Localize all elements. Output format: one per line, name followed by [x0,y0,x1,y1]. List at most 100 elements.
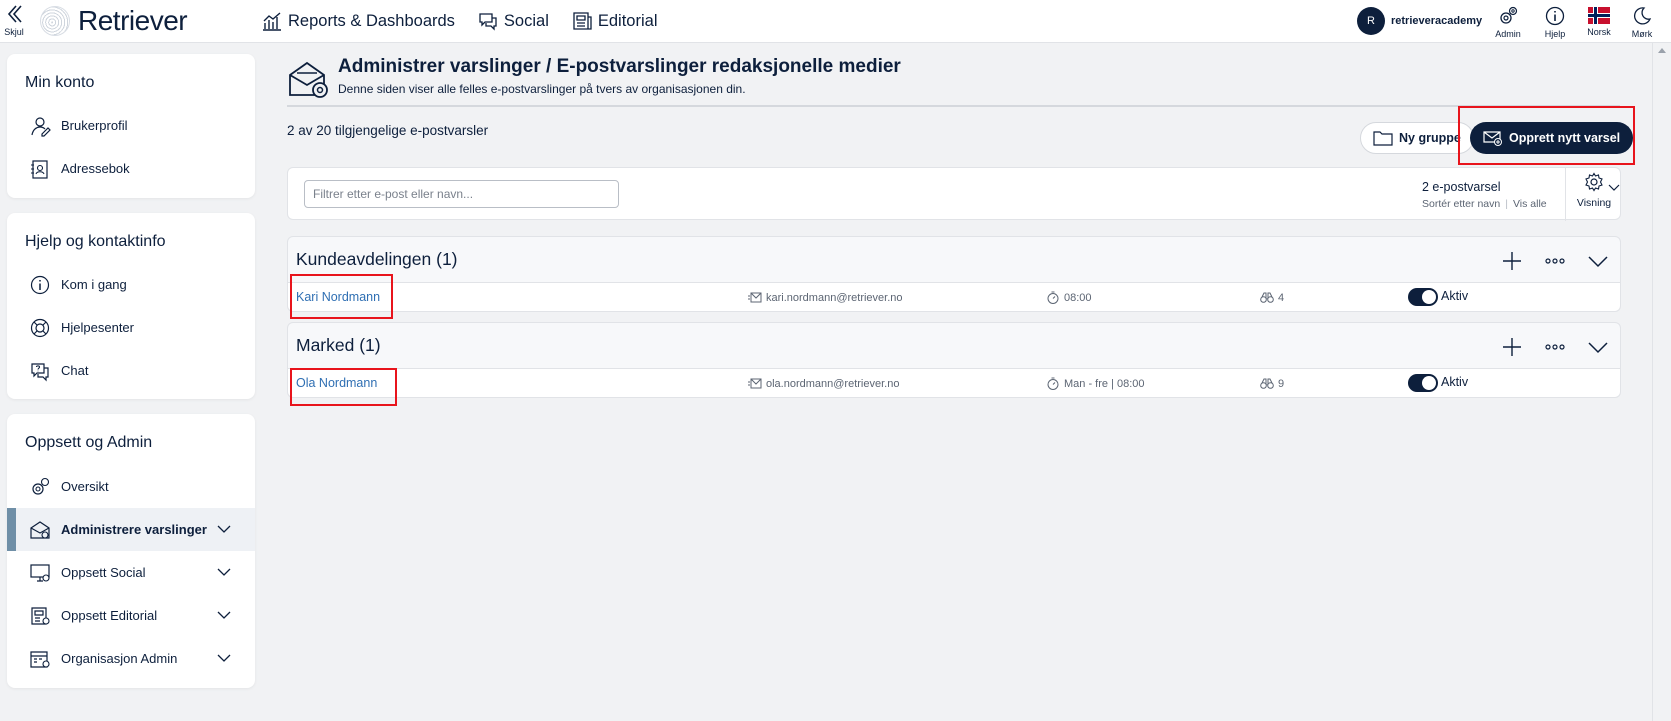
language-label: Norsk [1587,27,1611,37]
alert-schedule-text: Man - fre | 08:00 [1064,377,1145,390]
logo-text: Retriever [78,5,188,36]
status-label: Aktiv [1441,375,1469,389]
mail-gear-icon [30,520,50,539]
more-options-icon[interactable] [1543,249,1567,273]
alert-email: ola.nordmann@retriever.no [748,377,899,390]
chevron-left-icon [2,4,26,27]
sidebar-item-label: Kom i gang [61,277,127,292]
alert-email: kari.nordmann@retriever.no [748,291,903,304]
logo-mark-icon [40,6,70,36]
sidebar-item-setup-editorial[interactable]: Oppsett Editorial [7,594,255,637]
create-alert-button[interactable]: Opprett nytt varsel [1470,122,1634,154]
status-label: Aktiv [1441,289,1469,303]
table-row[interactable]: Kari Nordmann kari.nordmann@retriever.no… [288,282,1620,311]
user-menu[interactable]: R retrieveracademy [1357,7,1482,35]
page-scrollbar[interactable] [1652,43,1671,721]
page-subtitle: Denne siden viser alle felles e-postvars… [338,82,746,96]
active-toggle[interactable] [1408,288,1438,306]
hide-sidebar-button[interactable]: Skjul [2,4,26,37]
sidebar-item-label: Oppsett Editorial [61,608,158,623]
sidebar-item-chat[interactable]: Chat [7,349,255,392]
show-all-link[interactable]: Vis alle [1513,198,1547,210]
sidebar-item-label: Brukerprofil [61,118,128,133]
section-title-help: Hjelp og kontaktinfo [25,233,166,250]
nav-editorial[interactable]: Editorial [571,10,658,32]
hide-label: Skjul [4,27,24,37]
page-title: Administrer varslinger / E-postvarslinge… [338,56,901,77]
admin-label: Admin [1495,29,1521,39]
retriever-logo[interactable]: Retriever [40,5,188,36]
alert-schedule: Man - fre | 08:00 [1046,377,1145,390]
binoculars-icon [1260,292,1274,303]
sidebar-item-organization-admin[interactable]: Organisasjon Admin [7,637,255,680]
gear-icon [1585,172,1603,192]
alert-schedule: 08:00 [1046,291,1092,304]
help-button[interactable]: Hjelp [1535,5,1575,39]
alert-name-link[interactable]: Kari Nordmann [296,290,380,304]
sidebar-item-address-book[interactable]: Adressebok [7,147,255,190]
add-icon[interactable] [1500,249,1524,273]
gears-icon [1500,6,1518,24]
lifebuoy-icon [30,318,50,337]
chart-icon [263,12,281,31]
newspaper-gear-icon [31,606,50,625]
username: retrieveracademy [1391,15,1483,27]
chevron-down-icon[interactable] [217,565,231,579]
sidebar-item-label: Hjelpesenter [61,320,134,335]
sidebar-item-label: Organisasjon Admin [61,651,178,666]
moon-icon [1633,7,1652,25]
top-nav: Reports & Dashboards Social Editorial [261,10,658,32]
alert-search-count: 4 [1260,291,1284,304]
chevron-down-icon[interactable] [217,608,231,622]
sidebar-item-overview[interactable]: Oversikt [7,465,255,508]
sidebar-item-setup-social[interactable]: Oppsett Social [7,551,255,594]
address-book-icon [31,159,48,179]
building-gear-icon [30,650,50,668]
stopwatch-icon [1047,291,1059,304]
mail-plus-icon [1483,131,1502,146]
sidebar-item-manage-alerts[interactable]: Administrere varslinger [7,508,255,551]
stopwatch-icon [1047,377,1059,390]
sidebar-item-label: Chat [61,363,89,378]
more-options-icon[interactable] [1543,335,1567,359]
new-group-label: Ny gruppe [1399,131,1461,145]
alert-name-link[interactable]: Ola Nordmann [296,376,377,390]
new-group-button[interactable]: Ny gruppe [1360,122,1474,154]
chevron-down-icon[interactable] [1586,335,1610,359]
gears-icon [32,477,50,495]
mail-send-icon [748,292,762,303]
chevron-down-icon[interactable] [1586,249,1610,273]
sidebar-item-label: Adressebok [61,161,130,176]
add-icon[interactable] [1500,335,1524,359]
nav-reports-dashboards[interactable]: Reports & Dashboards [261,10,455,32]
info-icon [1545,6,1565,26]
table-row[interactable]: Ola Nordmann ola.nordmann@retriever.no M… [288,368,1620,397]
scroll-up-arrow-icon[interactable] [1658,48,1666,53]
binoculars-icon [1260,378,1274,389]
chevron-down-icon[interactable] [217,522,231,536]
nav-social[interactable]: Social [477,10,549,32]
dark-mode-button[interactable]: Mørk [1622,5,1662,39]
mail-send-icon [748,378,762,389]
alert-group-marked: Marked (1) Ola Nordmann ola.nordmann@ret… [287,322,1621,398]
alert-search-count: 9 [1260,377,1284,390]
chevron-down-icon[interactable] [217,651,231,665]
filter-input[interactable] [304,180,619,208]
language-button[interactable]: Norsk [1579,5,1619,37]
filter-divider [1565,168,1566,221]
help-label: Hjelp [1544,29,1566,39]
sidebar-item-label: Administrere varslinger [61,522,207,537]
sidebar-item-help-center[interactable]: Hjelpesenter [7,306,255,349]
admin-button[interactable]: Admin [1488,5,1528,39]
view-options-button[interactable]: Visning [1572,172,1620,209]
alert-count-value: 4 [1278,291,1285,304]
alert-group-kundeavdelingen: Kundeavdelingen (1) Kari Nordmann kari.n… [287,236,1621,312]
active-toggle[interactable] [1408,374,1438,392]
sort-by-name-link[interactable]: Sortér etter navn [1422,198,1500,210]
sidebar-item-user-profile[interactable]: Brukerprofil [7,104,255,147]
filter-count: 2 e-postvarsel [1422,180,1501,194]
chat-question-icon [31,362,49,381]
group-header: Kundeavdelingen (1) [288,237,1620,282]
section-title-setup-admin: Oppsett og Admin [25,434,153,451]
sidebar-item-getting-started[interactable]: Kom i gang [7,263,255,306]
